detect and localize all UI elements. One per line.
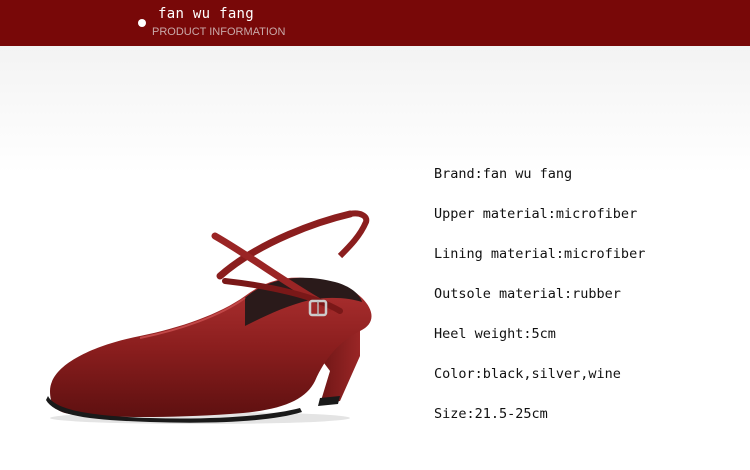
divider-strip <box>416 386 586 398</box>
header-bar: fan wu fang PRODUCT INFORMATION <box>0 0 750 46</box>
spec-lining-material: Lining material:microfiber <box>434 246 646 262</box>
brand-title: fan wu fang <box>158 6 255 22</box>
spec-list: Brand:fan wu fang Upper material:microfi… <box>434 164 645 444</box>
spec-upper-material: Upper material:microfiber <box>434 206 638 222</box>
spec-heel-weight: Heel weight:5cm <box>434 326 556 342</box>
spec-brand: Brand:fan wu fang <box>434 166 573 182</box>
spec-color: Color:black,silver,wine <box>434 366 621 382</box>
spec-size: Size:21.5-25cm <box>434 406 548 422</box>
product-photo-area: Brand:fan wu fang Upper material:microfi… <box>0 46 750 470</box>
section-subtitle: PRODUCT INFORMATION <box>152 26 286 38</box>
bullet-dot-icon <box>138 19 146 27</box>
shoe-image <box>46 210 372 424</box>
spec-outsole-material: Outsole material:rubber <box>434 286 621 302</box>
